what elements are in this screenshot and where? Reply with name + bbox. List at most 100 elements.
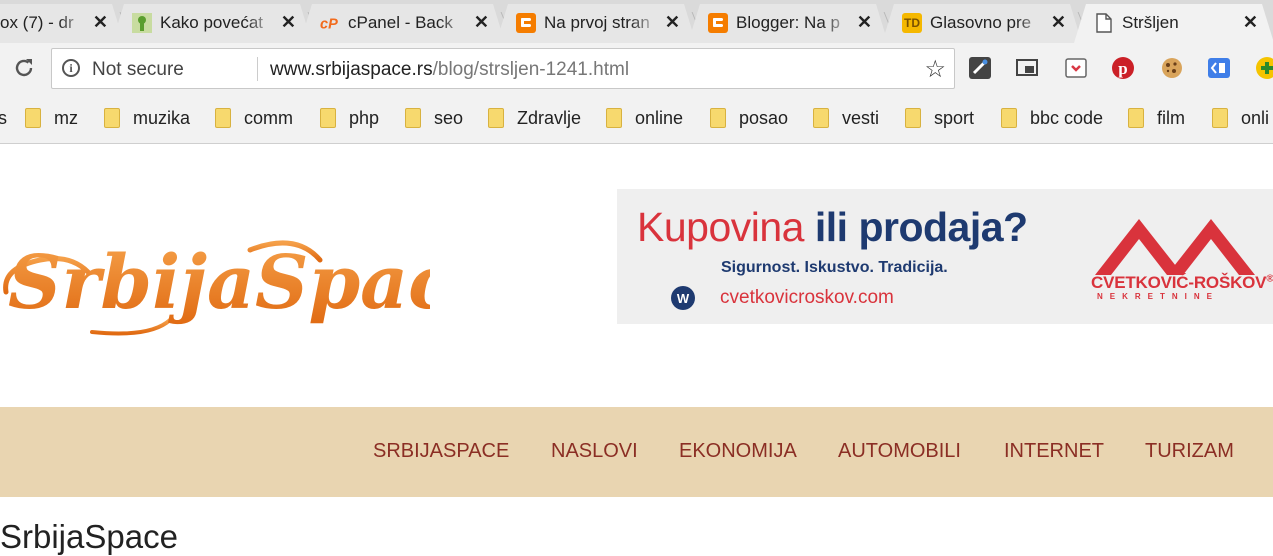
tab-title: Kako povećat [160, 13, 276, 33]
ad-brand: CVETKOVIĆ-ROŠKOV® [1091, 273, 1273, 293]
ad-headline-part1: Kupovina [637, 204, 804, 250]
bookmark-folder[interactable]: comm [215, 105, 293, 131]
tab[interactable]: TD Glasovno pre ✕ [882, 4, 1088, 43]
tab-title: cPanel - Back [348, 13, 469, 33]
reload-icon[interactable] [12, 56, 36, 87]
address-bar[interactable]: i Not secure www.srbijaspace.rs/blog/str… [51, 48, 955, 89]
nav-item-automobili[interactable]: AUTOMOBILI [838, 440, 961, 463]
bookmark-label: posao [739, 107, 789, 128]
ad-website: cvetkovicroskov.com [720, 287, 894, 308]
folder-icon [104, 108, 120, 128]
bookmark-folder[interactable]: onli [1212, 105, 1269, 131]
nav-item-ekonomija[interactable]: EKONOMIJA [679, 440, 797, 463]
folder-icon [1212, 108, 1228, 128]
tab[interactable]: ox (7) - dr ✕ [0, 4, 130, 43]
tab-title: ox (7) - dr [0, 13, 88, 33]
tab[interactable]: Blogger: Na p ✕ [688, 4, 894, 43]
bookmark-label: bbc code [1030, 107, 1104, 128]
folder-icon [405, 108, 421, 128]
folder-icon [813, 108, 829, 128]
bookmark-label: sport [934, 107, 975, 128]
pinterest-icon[interactable]: p [1111, 56, 1135, 80]
cookie-icon[interactable] [1160, 56, 1184, 80]
folder-icon [488, 108, 504, 128]
bookmark-folder[interactable]: sport [905, 105, 974, 131]
bookmark-label: s [0, 108, 7, 129]
svg-text:p: p [1118, 59, 1127, 78]
close-icon[interactable]: ✕ [1243, 12, 1258, 33]
cast-icon[interactable] [1015, 56, 1039, 80]
bookmark-folder[interactable]: mz [25, 105, 78, 131]
bookmark-folder[interactable]: online [606, 105, 683, 131]
folder-icon [1128, 108, 1144, 128]
advertisement-banner[interactable]: Kupovina ili prodaja? Sigurnost. Iskustv… [617, 189, 1273, 324]
close-icon[interactable]: ✕ [474, 12, 489, 33]
tab[interactable]: Kako povećat ✕ [112, 4, 318, 43]
close-icon[interactable]: ✕ [857, 12, 872, 33]
bookmark-folder[interactable]: film [1128, 105, 1185, 131]
blogger-icon [708, 13, 728, 33]
tab-active[interactable]: Stršljen ✕ [1074, 4, 1273, 43]
close-icon[interactable]: ✕ [93, 12, 108, 33]
android-icon [132, 13, 152, 33]
tab[interactable]: Na prvoj stran ✕ [496, 4, 702, 43]
security-label[interactable]: Not secure [92, 59, 184, 81]
url-path: /blog/strsljen-1241.html [432, 59, 630, 80]
extension-icon[interactable] [968, 56, 992, 80]
close-icon[interactable]: ✕ [665, 12, 680, 33]
bookmark-label: film [1157, 107, 1185, 128]
url-text[interactable]: www.srbijaspace.rs/blog/strsljen-1241.ht… [270, 59, 629, 81]
nav-item-srbijaspace[interactable]: SRBIJASPACE [373, 440, 509, 463]
ad-brand-name: CVETKOVIĆ-ROŠKOV [1091, 273, 1267, 292]
nav-item-turizam[interactable]: TURIZAM [1145, 440, 1234, 463]
ad-tagline: Sigurnost. Iskustvo. Tradicija. [721, 259, 948, 276]
bookmark-folder[interactable]: seo [405, 105, 463, 131]
blogger-icon [516, 13, 536, 33]
bookmarks-bar: s mz muzika comm php seo Zdravlje online… [0, 95, 1273, 144]
tab-title: Na prvoj stran [544, 13, 660, 33]
pocket-icon[interactable] [1064, 56, 1088, 80]
info-icon[interactable]: i [62, 59, 80, 77]
folder-icon [710, 108, 726, 128]
folder-icon [1001, 108, 1017, 128]
tab[interactable]: cP cPanel - Back ✕ [300, 4, 511, 43]
nav-item-internet[interactable]: INTERNET [1004, 440, 1104, 463]
ad-website-badge-icon: W [671, 286, 695, 310]
bookmark-label: mz [54, 107, 78, 128]
logo-text: SrbijaSpace [8, 240, 430, 326]
registered-mark: ® [1266, 273, 1273, 285]
tab-title: Stršljen [1122, 13, 1238, 33]
page-icon [1094, 13, 1114, 33]
td-icon: TD [902, 13, 922, 33]
bookmark-item[interactable]: s [0, 105, 7, 131]
bookmark-folder[interactable]: Zdravlje [488, 105, 581, 131]
bookmark-folder[interactable]: php [320, 105, 379, 131]
folder-icon [215, 108, 231, 128]
ad-headline-part2: ili prodaja? [814, 204, 1028, 250]
bookmark-folder[interactable]: bbc code [1001, 105, 1103, 131]
ad-brand-sub: NEKRETNINE [1097, 292, 1220, 301]
bookmark-label: onli [1241, 107, 1270, 128]
extension-icon[interactable] [1207, 56, 1231, 80]
tab-title: Blogger: Na p [736, 13, 852, 33]
bookmark-folder[interactable]: vesti [813, 105, 879, 131]
ad-headline: Kupovina ili prodaja? [637, 204, 1028, 251]
extension-icon[interactable] [1255, 56, 1273, 80]
tab-title: Glasovno pre [930, 13, 1046, 33]
close-icon[interactable]: ✕ [1051, 12, 1066, 33]
tab-strip: ox (7) - dr ✕ Kako povećat ✕ cP cPanel -… [0, 0, 1273, 43]
bookmark-folder[interactable]: posao [710, 105, 788, 131]
bookmark-label: Zdravlje [517, 107, 582, 128]
url-host: www.srbijaspace.rs [270, 59, 433, 80]
bookmark-label: online [635, 107, 684, 128]
site-logo[interactable]: SrbijaSpace [0, 220, 500, 350]
site-heading: SrbijaSpace [0, 518, 178, 555]
nav-item-naslovi[interactable]: NASLOVI [551, 440, 638, 463]
folder-icon [320, 108, 336, 128]
bookmark-star-icon[interactable]: ☆ [924, 55, 946, 84]
bookmark-folder[interactable]: muzika [104, 105, 190, 131]
browser-toolbar: i Not secure www.srbijaspace.rs/blog/str… [0, 43, 1273, 95]
close-icon[interactable]: ✕ [281, 12, 296, 33]
cpanel-icon: cP [320, 13, 340, 33]
bookmark-label: vesti [842, 107, 880, 128]
